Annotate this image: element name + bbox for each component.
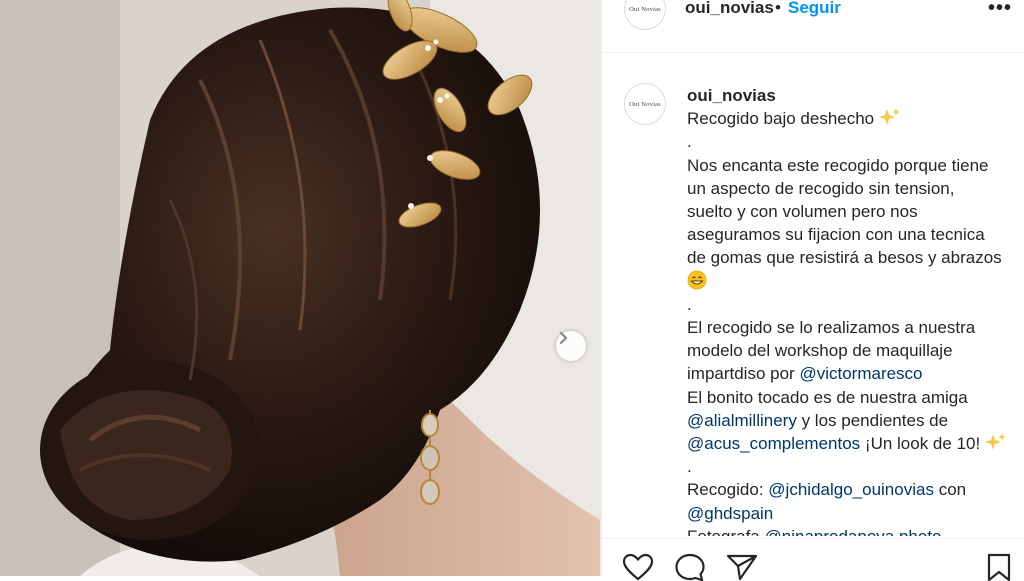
heart-icon[interactable]: [622, 553, 654, 581]
grinning-face-icon: [687, 270, 707, 290]
mention-link[interactable]: @alialmillinery: [687, 411, 797, 430]
bride-hair-photo: [0, 0, 601, 576]
post-side-panel: Oui Novias oui_novias • Seguir ••• Oui N…: [601, 0, 1024, 581]
sparkles-icon: [878, 108, 900, 126]
caption-line: Recogido bajo deshecho: [687, 107, 1017, 130]
next-photo-button[interactable]: [556, 331, 586, 361]
caption-line: modelo del workshop de maquillaje: [687, 341, 953, 361]
caption-text: Fotografa: [687, 527, 760, 536]
comment-icon[interactable]: [674, 553, 706, 581]
bookmark-icon[interactable]: [986, 553, 1012, 581]
paper-plane-icon[interactable]: [726, 553, 758, 581]
action-bar: [602, 538, 1024, 581]
caption-line: .: [687, 294, 692, 314]
caption-line: Nos encanta este recogido porque tiene: [687, 155, 989, 175]
caption-line: Recogido: @jchidalgo_ouinovias con: [687, 478, 1017, 501]
caption-line: suelto y con volumen pero nos: [687, 202, 918, 222]
mention-link[interactable]: @victormaresco: [799, 364, 922, 383]
mention-link[interactable]: @ninaprodanova.photo: [765, 527, 942, 536]
caption-text: y los pendientes de: [801, 410, 949, 430]
caption: oui_novias Recogido bajo deshecho . Nos …: [687, 84, 1017, 536]
caption-line: aseguramos su fijacion con una tecnica: [687, 225, 985, 245]
separator-dot: •: [775, 0, 781, 17]
caption-line: de gomas que resistirá a besos y abrazos: [687, 248, 1002, 268]
sparkles-icon: [984, 433, 1006, 451]
mention-link[interactable]: @jchidalgo_ouinovias: [768, 480, 934, 499]
chevron-right-icon: [559, 331, 568, 345]
caption-line: .: [687, 457, 692, 477]
caption-line: @ghdspain: [687, 502, 1017, 525]
caption-line: @alialmillinery y los pendientes de: [687, 409, 1017, 432]
follow-button[interactable]: Seguir: [788, 0, 841, 18]
caption-line: @acus_complementos ¡Un look de 10!: [687, 432, 1017, 455]
avatar-text: Oui Novias: [629, 5, 661, 13]
caption-line: [687, 270, 1017, 293]
caption-line: .: [687, 132, 692, 152]
caption-line: Fotografa @ninaprodanova.photo: [687, 525, 1017, 536]
caption-line: El bonito tocado es de nuestra amiga: [687, 387, 968, 407]
avatar[interactable]: Oui Novias: [624, 0, 666, 30]
mention-link[interactable]: @acus_complementos: [687, 434, 860, 453]
post-photo: [0, 0, 601, 576]
caption-avatar[interactable]: Oui Novias: [624, 83, 666, 125]
more-options-button[interactable]: •••: [988, 0, 1012, 20]
post-header: Oui Novias oui_novias • Seguir •••: [602, 0, 1024, 53]
caption-text: con: [938, 480, 967, 500]
header-username[interactable]: oui_novias: [685, 0, 774, 18]
caption-username[interactable]: oui_novias: [687, 84, 1017, 107]
caption-line: un aspecto de recogido sin tension,: [687, 178, 955, 198]
avatar-text: Oui Novias: [629, 100, 661, 108]
caption-text: ¡Un look de 10!: [864, 434, 981, 454]
caption-line: El recogido se lo realizamos a nuestra: [687, 318, 976, 338]
caption-line: impartdiso por @victormaresco: [687, 362, 1017, 385]
caption-text: impartdiso por: [687, 364, 795, 384]
mention-link[interactable]: @ghdspain: [687, 504, 773, 523]
caption-text: Recogido:: [687, 480, 764, 500]
